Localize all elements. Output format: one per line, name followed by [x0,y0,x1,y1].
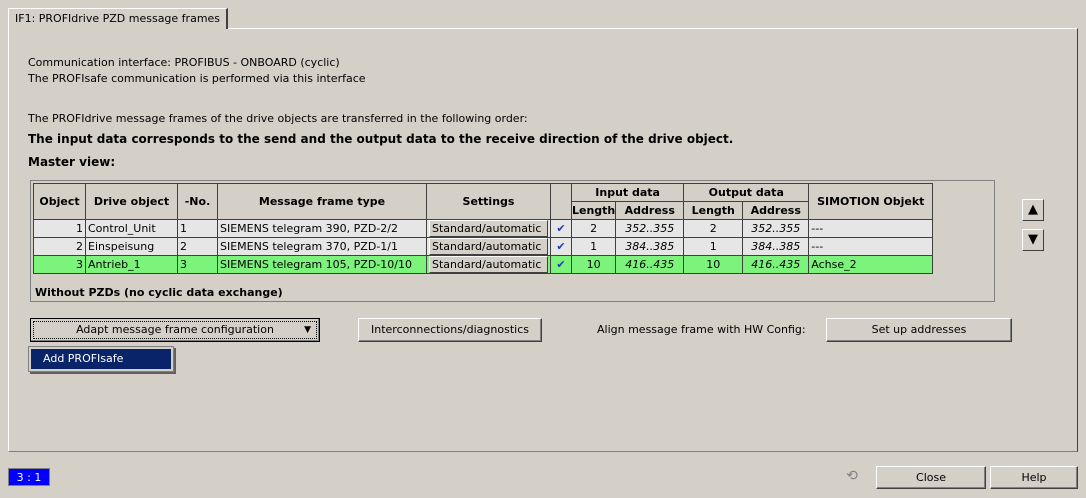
column-header-input-data: Input data [570,183,685,202]
cell-frame-type[interactable]: SIEMENS telegram 105, PZD-10/10 [217,255,427,274]
communication-interface-text: Communication interface: PROFIBUS - ONBO… [28,56,340,69]
column-header-settings[interactable]: Settings [426,183,551,220]
table-row[interactable]: 2 Einspeisung 2 SIEMENS telegram 370, PZ… [33,237,934,256]
message-frame-table: Object Drive object -No. Message frame t… [30,180,995,302]
column-header-check [550,183,572,220]
close-button[interactable]: Close [876,466,986,489]
settings-button[interactable]: Standard/automatic [429,256,548,273]
refresh-button[interactable]: ⟲ [836,466,868,488]
cell-drive-object[interactable]: Control_Unit [85,219,178,238]
column-header-simotion[interactable]: SIMOTION Objekt [808,183,934,220]
cell-input-address[interactable]: 384..385 [615,237,685,256]
adapt-message-frame-dropdown[interactable]: Adapt message frame configuration ▼ [30,318,320,342]
cell-object[interactable]: 1 [33,219,86,238]
cell-simotion[interactable]: --- [808,237,934,256]
cell-no[interactable]: 1 [177,219,218,238]
down-arrow-icon: ▼ [1028,232,1038,247]
cell-object[interactable]: 2 [33,237,86,256]
cell-output-length[interactable]: 1 [683,237,744,256]
cell-output-address[interactable]: 352..355 [742,219,810,238]
cell-settings[interactable]: Standard/automatic [426,237,551,256]
move-up-button[interactable]: ▲ [1022,199,1044,221]
align-hw-config-label: Align message frame with HW Config: [597,323,806,336]
table-row[interactable]: 1 Control_Unit 1 SIEMENS telegram 390, P… [33,219,934,238]
column-header-frame-type[interactable]: Message frame type [217,183,427,220]
cell-settings[interactable]: Standard/automatic [426,219,551,238]
cell-input-address[interactable]: 352..355 [615,219,685,238]
set-up-addresses-button[interactable]: Set up addresses [826,318,1012,342]
column-header-drive-object[interactable]: Drive object [85,183,178,220]
dropdown-arrow-icon: ▼ [304,325,311,335]
direction-note-text: The input data corresponds to the send a… [28,132,734,146]
transfer-order-text: The PROFIdrive message frames of the dri… [28,112,528,125]
column-header-input-length[interactable]: Length [570,201,617,220]
cell-no[interactable]: 3 [177,255,218,274]
up-arrow-icon: ▲ [1028,202,1038,217]
column-header-output-data: Output data [683,183,810,202]
status-position-indicator: 3 : 1 [8,468,50,486]
adapt-button-label: Adapt message frame configuration [76,323,274,336]
cell-simotion[interactable]: --- [808,219,934,238]
cell-input-length[interactable]: 2 [570,219,617,238]
without-pzds-label: Without PZDs (no cyclic data exchange) [35,286,283,299]
cell-output-address[interactable]: 384..385 [742,237,810,256]
cell-drive-object[interactable]: Einspeisung [85,237,178,256]
table-row-selected[interactable]: 3 Antrieb_1 3 SIEMENS telegram 105, PZD-… [33,255,934,274]
check-icon: ✔ [550,219,572,238]
column-header-output-address[interactable]: Address [742,201,810,220]
cell-no[interactable]: 2 [177,237,218,256]
cell-simotion[interactable]: Achse_2 [808,255,934,274]
cell-frame-type[interactable]: SIEMENS telegram 390, PZD-2/2 [217,219,427,238]
interconnections-diagnostics-button[interactable]: Interconnections/diagnostics [358,318,542,342]
adapt-dropdown-menu: Add PROFIsafe [28,346,174,372]
cell-output-address[interactable]: 416..435 [742,255,810,274]
cell-input-length[interactable]: 10 [570,255,617,274]
settings-button[interactable]: Standard/automatic [429,220,548,237]
tab-pzd-message-frames[interactable]: IF1: PROFIdrive PZD message frames [8,8,229,29]
menu-item-add-profisafe[interactable]: Add PROFIsafe [31,349,171,369]
check-icon: ✔ [550,237,572,256]
cell-output-length[interactable]: 10 [683,255,744,274]
help-button[interactable]: Help [990,466,1078,489]
move-down-button[interactable]: ▼ [1022,229,1044,251]
check-icon: ✔ [550,255,572,274]
cell-output-length[interactable]: 2 [683,219,744,238]
profisafe-info-text: The PROFIsafe communication is performed… [28,72,366,85]
cell-drive-object[interactable]: Antrieb_1 [85,255,178,274]
master-view-label: Master view: [28,155,116,169]
column-header-no[interactable]: -No. [177,183,218,220]
refresh-icon: ⟲ [846,468,858,484]
cell-frame-type[interactable]: SIEMENS telegram 370, PZD-1/1 [217,237,427,256]
cell-settings[interactable]: Standard/automatic [426,255,551,274]
settings-button[interactable]: Standard/automatic [429,238,548,255]
column-header-output-length[interactable]: Length [683,201,744,220]
cell-object[interactable]: 3 [33,255,86,274]
column-header-input-address[interactable]: Address [615,201,685,220]
column-header-object[interactable]: Object [33,183,86,220]
cell-input-address[interactable]: 416..435 [615,255,685,274]
cell-input-length[interactable]: 1 [570,237,617,256]
